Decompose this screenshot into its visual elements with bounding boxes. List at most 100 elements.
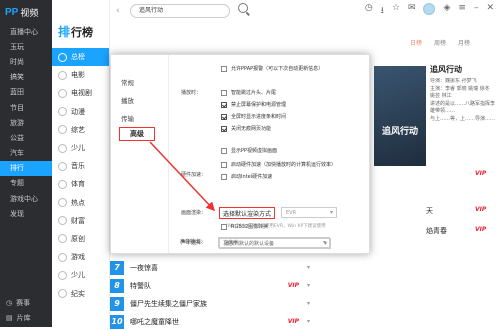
sidebar-item[interactable]: 发现 [0, 206, 52, 221]
category-item[interactable]: 纪实 [52, 284, 109, 302]
category-icon [58, 234, 67, 244]
logo-pp: PP [5, 6, 19, 18]
rank-title[interactable]: 特警队 [130, 281, 288, 291]
category-label: 财富 [71, 216, 85, 225]
category-item[interactable]: 电视剧 [52, 84, 109, 102]
checkbox[interactable] [221, 125, 227, 132]
sidebar-bottom-item[interactable]: ◷ 赛事 [0, 295, 52, 310]
category-item[interactable]: 总榜 [52, 48, 109, 67]
sidebar-item[interactable]: 蓝田 [0, 85, 52, 100]
category-item[interactable]: 动漫 [52, 103, 109, 121]
sidebar-item[interactable]: 直播中心 [0, 24, 52, 39]
checkbox[interactable] [221, 101, 227, 108]
sidebar-item[interactable]: 排行 [0, 160, 52, 176]
sidebar-item[interactable]: 节目 [0, 100, 52, 115]
table-row[interactable]: 8 特警队 VIP ▾ [110, 277, 310, 294]
sidebar-item[interactable]: 时尚 [0, 54, 52, 69]
category-item[interactable]: 少儿 [52, 139, 109, 157]
audio-output-dropdown[interactable]: 立体声 [218, 237, 330, 248]
vip-badge: VIP [475, 206, 487, 213]
category-item[interactable]: 体育 [52, 175, 109, 193]
category-icon [58, 125, 67, 135]
checkbox[interactable] [221, 161, 227, 168]
sidebar-bottom-item[interactable]: ▤ 片库 [0, 310, 52, 325]
search-icon[interactable] [238, 3, 248, 13]
sidebar-item[interactable]: 公益 [0, 130, 52, 145]
category-label: 原创 [71, 234, 85, 243]
checkbox[interactable] [221, 173, 227, 180]
checkbox[interactable] [221, 147, 227, 154]
settings-checkbox-row[interactable]: 智能跳过片头、片尾 [221, 89, 276, 96]
settings-nav-advanced[interactable]: 高级 [119, 127, 155, 141]
period-tab[interactable]: 日榜 [410, 38, 422, 47]
category-label: 总榜 [71, 53, 85, 62]
settings-checkbox-row[interactable]: 关闭无痕网页功能 [221, 125, 271, 132]
sidebar-item[interactable]: 专题 [0, 176, 52, 191]
checkbox[interactable] [221, 113, 227, 120]
render-select[interactable]: EVR [281, 207, 337, 218]
settings-checkbox-row[interactable]: 启动Intel硬件加速 [221, 173, 272, 180]
category-item[interactable]: 原创 [52, 230, 109, 248]
settings-nav-general[interactable]: 常规 [121, 77, 134, 87]
category-item[interactable]: 财富 [52, 212, 109, 230]
table-row[interactable]: 7 一夜惊喜 ▾ [110, 259, 310, 276]
category-item[interactable]: 音乐 [52, 157, 109, 175]
category-item[interactable]: 游戏 [52, 248, 109, 266]
top-icons: ◷ ⭳ ☆ ✉ ◈ ≡ – ✕ [365, 3, 494, 19]
rank-title[interactable]: 哪吒之魔童降世 [130, 317, 288, 327]
category-item[interactable]: 热点 [52, 194, 109, 212]
settings-checkbox-row[interactable]: 禁止屏幕保护和电源管理 [221, 101, 286, 108]
download-icon[interactable]: ⭳ [381, 3, 384, 19]
rank-number: 10 [110, 314, 124, 329]
checkbox-label: 启动硬件加速（加快播放时的计算机运行效率） [231, 162, 337, 168]
settings-nav-playback[interactable]: 播放 [121, 95, 134, 105]
checkbox[interactable] [221, 65, 227, 72]
period-tab[interactable]: 周榜 [434, 38, 446, 47]
right-rank-title[interactable]: 天 [426, 206, 433, 216]
settings-checkbox-row[interactable]: 显示PP视频虚拟画面 [221, 147, 277, 154]
rank-title[interactable]: 僵尸先生续集之僵尸家族 [130, 299, 299, 309]
category-item[interactable]: 少儿 [52, 266, 109, 284]
sidebar-item[interactable]: 玉玩 [0, 39, 52, 54]
checkbox-label: 关闭无痕网页功能 [231, 126, 272, 132]
sidebar-item[interactable]: 旅游 [0, 115, 52, 130]
history-icon[interactable]: ◷ [365, 3, 373, 19]
right-rank-title[interactable]: 焰青春 [426, 226, 447, 236]
close-icon[interactable]: ✕ [486, 3, 494, 19]
sidebar-item[interactable]: 游戏中心 [0, 191, 52, 206]
category-item[interactable]: 电影 [52, 66, 109, 84]
avatar[interactable] [423, 3, 436, 15]
category-icon [58, 179, 67, 189]
star-icon[interactable]: ☆ [392, 3, 400, 19]
expand-icon[interactable]: ▾ [307, 300, 310, 307]
movie-poster[interactable]: 追风行动 [374, 66, 426, 166]
period-tab[interactable]: 月榜 [458, 38, 470, 47]
minimize-icon[interactable]: – [474, 3, 479, 19]
search-input[interactable]: 追风行动 [130, 4, 230, 18]
checkbox[interactable] [221, 89, 227, 96]
settings-checkbox-row[interactable]: 允许PPAP报警（可以下次自动更新信息） [221, 65, 323, 72]
settings-checkbox-row[interactable]: 启动硬件加速（加快播放时的计算机运行效率） [221, 161, 336, 168]
table-row[interactable]: 9 僵尸先生续集之僵尸家族 ▾ [110, 295, 310, 312]
rank-number: 8 [110, 278, 124, 293]
ranking-category-column: 排 行榜 总榜 电影 电视剧 动漫 综艺 少儿 音乐 体育 热点 财富 原创 游戏 少儿 纪实 [52, 0, 110, 327]
movie-title[interactable]: 追风行动 [430, 64, 462, 75]
table-row[interactable]: 10 哪吒之魔童降世 VIP ▾ [110, 313, 310, 330]
menu-icon[interactable]: ≡ [458, 3, 466, 19]
category-icon [58, 216, 67, 226]
back-icon[interactable]: ‹ [116, 6, 120, 16]
expand-icon[interactable]: ▾ [307, 318, 310, 325]
expand-icon[interactable]: ▾ [307, 282, 310, 289]
sidebar-item[interactable]: 汽车 [0, 146, 52, 161]
message-icon[interactable]: ✉ [408, 3, 416, 19]
category-item[interactable]: 综艺 [52, 121, 109, 139]
expand-icon[interactable]: ▾ [307, 264, 310, 271]
settings-checkbox-row[interactable]: 全屏时显示进度条和时间 [221, 113, 286, 120]
category-icon [58, 88, 67, 98]
settings-nav-transfer[interactable]: 传输 [121, 113, 134, 123]
rank-title[interactable]: 一夜惊喜 [130, 263, 299, 273]
category-icon [58, 52, 67, 62]
default-render-button[interactable]: 选择默认渲染方式 [219, 207, 275, 219]
sidebar-item[interactable]: 搞笑 [0, 70, 52, 85]
skin-icon[interactable]: ◈ [443, 3, 450, 19]
